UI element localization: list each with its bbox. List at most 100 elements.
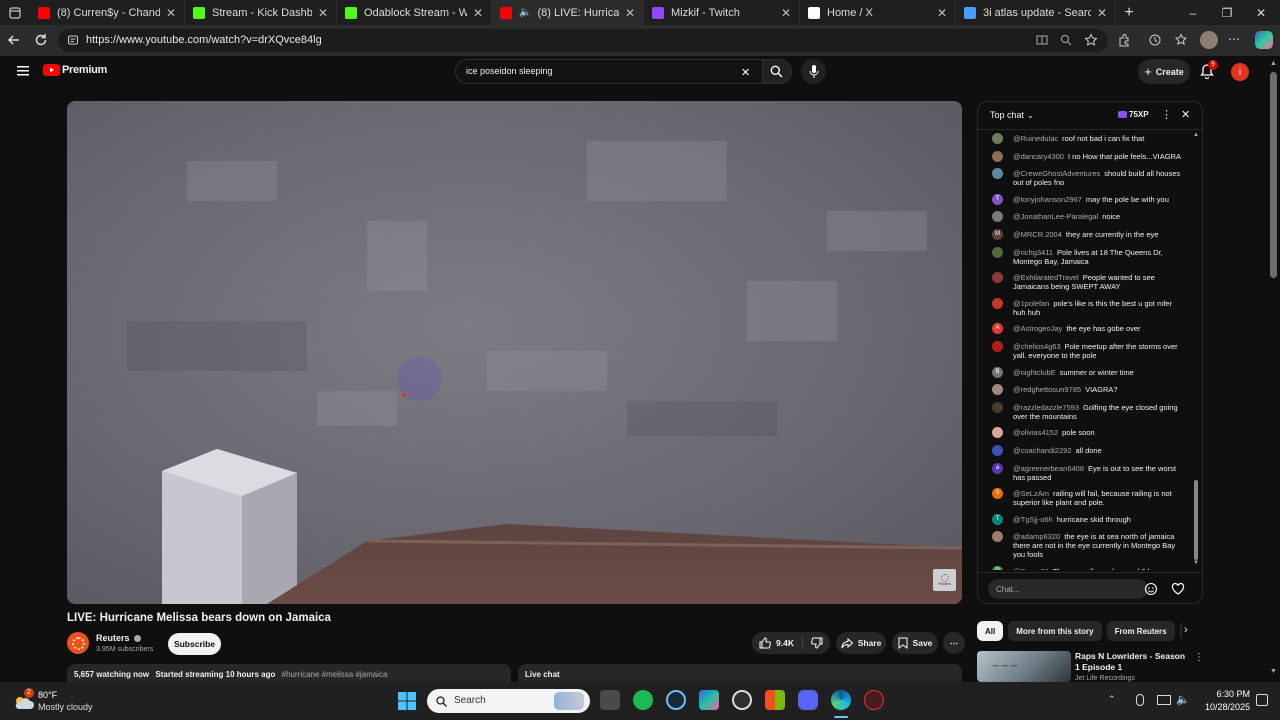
back-button[interactable] xyxy=(6,32,22,48)
display-tray-icon[interactable] xyxy=(1157,695,1171,705)
chat-username[interactable]: @richg3411 xyxy=(1013,248,1053,257)
chat-avatar[interactable] xyxy=(992,401,1003,413)
hashtags[interactable]: #hurricane #melissa #jamaica xyxy=(282,670,388,679)
chat-avatar[interactable] xyxy=(992,384,1003,396)
chat-avatar[interactable]: S xyxy=(992,488,1003,500)
browser-essentials-icon[interactable] xyxy=(1148,33,1162,47)
chat-message[interactable]: @ExhilaratedTravel People wanted to see J… xyxy=(978,271,1192,293)
url-field[interactable]: https://www.youtube.com/watch?v=drXQvce8… xyxy=(58,29,1108,52)
close-window-button[interactable]: ✕ xyxy=(1244,0,1278,25)
chat-message[interactable]: @adamp6320 the eye is at sea north of jam… xyxy=(978,530,1192,561)
like-button[interactable]: 9.4K xyxy=(759,637,803,649)
restore-button[interactable]: ❐ xyxy=(1210,0,1244,25)
extensions-icon[interactable] xyxy=(1117,33,1131,47)
chat-username[interactable]: @olivias4152 xyxy=(1013,428,1058,437)
chat-avatar[interactable]: D xyxy=(992,565,1003,570)
save-button[interactable]: Save xyxy=(892,632,938,654)
browser-tab[interactable]: 3i atlas update - Search ✕ xyxy=(956,0,1116,25)
browser-tab[interactable]: Mizkif - Twitch ✕ xyxy=(644,0,800,25)
hamburger-menu-icon[interactable] xyxy=(17,66,29,76)
recommended-more-icon[interactable]: ⋮ xyxy=(1194,652,1204,663)
chat-username[interactable]: @agreenerbean6408 xyxy=(1013,464,1084,473)
chat-scrollbar-thumb[interactable] xyxy=(1194,480,1198,560)
chat-username[interactable]: @chelios4g63 xyxy=(1013,342,1061,351)
more-actions-button[interactable]: ⋯ xyxy=(943,632,965,654)
tab-close-icon[interactable]: ✕ xyxy=(781,6,791,20)
chat-message[interactable]: @redghettosun9785 VIAGRA? xyxy=(978,383,1192,397)
clock[interactable]: 6:30 PM 10/28/2025 xyxy=(1198,688,1250,714)
streaming-app-icon[interactable] xyxy=(864,690,884,710)
speaker-tray-icon[interactable]: 🔈 xyxy=(1176,693,1190,706)
dislike-button[interactable] xyxy=(803,637,823,649)
browser-tab[interactable]: Odablock Stream - Watch Live ✕ xyxy=(337,0,492,25)
voice-search-button[interactable] xyxy=(801,59,826,84)
chips-next-icon[interactable]: › xyxy=(1184,624,1188,636)
microphone-tray-icon[interactable] xyxy=(1136,694,1144,706)
chat-close-icon[interactable]: ✕ xyxy=(1181,108,1190,121)
copilot-icon[interactable] xyxy=(1255,31,1273,49)
chat-username[interactable]: @SeLzAm xyxy=(1013,489,1049,498)
chat-avatar[interactable]: B xyxy=(992,366,1003,378)
emoji-icon[interactable] xyxy=(1144,582,1158,596)
chat-avatar[interactable] xyxy=(992,133,1003,144)
chat-input[interactable]: Chat... xyxy=(988,579,1148,599)
filter-chip[interactable]: R xyxy=(1179,621,1182,641)
weather-widget[interactable]: 2 80°F Mostly cloudy xyxy=(12,688,122,714)
channel-name-row[interactable]: Reuters xyxy=(96,633,141,643)
chat-avatar[interactable] xyxy=(992,427,1003,439)
filter-chip[interactable]: From Reuters xyxy=(1106,621,1175,641)
tab-close-icon[interactable]: ✕ xyxy=(937,6,947,20)
microsoft-store-icon[interactable] xyxy=(765,690,785,710)
chat-avatar[interactable] xyxy=(992,246,1003,258)
minimize-button[interactable]: – xyxy=(1176,0,1210,25)
chat-message[interactable]: @richg3411 Pole lives at 18 The Queens Dr… xyxy=(978,246,1192,268)
chat-avatar[interactable] xyxy=(992,297,1003,309)
video-player[interactable]: Reuters xyxy=(67,101,962,604)
chat-avatar[interactable]: A xyxy=(992,323,1003,335)
tab-actions-icon[interactable] xyxy=(0,0,30,25)
live-chat-box[interactable]: Live chat xyxy=(518,664,962,682)
tab-close-icon[interactable]: ✕ xyxy=(318,6,328,20)
browser-tab[interactable]: Stream - Kick Dashboard ✕ xyxy=(185,0,337,25)
create-button[interactable]: + Create xyxy=(1138,59,1190,84)
chat-avatar[interactable] xyxy=(992,444,1003,456)
chat-username[interactable]: @razzledazzle7593 xyxy=(1013,403,1079,412)
account-avatar[interactable]: i xyxy=(1231,63,1249,81)
chat-username[interactable]: @TgSjj-o6h xyxy=(1013,515,1053,524)
more-menu-icon[interactable]: ⋯ xyxy=(1228,32,1240,46)
chat-username[interactable]: @JonathanLee-Paralegal xyxy=(1013,212,1098,221)
chat-message[interactable]: T @TgSjj-o6h hurricane skid through xyxy=(978,513,1192,527)
zoom-icon[interactable] xyxy=(1060,34,1072,46)
browser-tab[interactable]: (8) Curren$y - Chandelier (Offi ✕ xyxy=(30,0,185,25)
recommended-thumbnail[interactable]: ~~~ xyxy=(977,651,1071,682)
steam-icon[interactable] xyxy=(666,690,686,710)
chat-username[interactable]: @nightclubE xyxy=(1013,368,1056,377)
chat-avatar[interactable]: M xyxy=(992,228,1003,240)
chat-username[interactable]: @AstrogeoJay xyxy=(1013,324,1062,333)
youtube-logo[interactable]: Premium xyxy=(43,64,107,76)
subscribe-button[interactable]: Subscribe xyxy=(168,633,221,655)
chat-message[interactable]: @JonathanLee-Paralegal noice xyxy=(978,210,1192,224)
chat-scroll-down-icon[interactable]: ▼ xyxy=(1193,560,1199,566)
tab-audio-icon[interactable]: 🔈 xyxy=(519,7,531,18)
chat-message[interactable]: @coachandi2292 all done xyxy=(978,444,1192,458)
spotify-icon[interactable] xyxy=(633,690,653,710)
browser-tab[interactable]: 🔈 (8) LIVE: Hurricane Melissa be ✕ xyxy=(492,0,644,25)
browser-tab[interactable]: Home / X ✕ xyxy=(800,0,956,25)
scrollbar-thumb[interactable] xyxy=(1270,72,1277,278)
copilot-app-icon[interactable] xyxy=(699,690,719,710)
page-scrollbar[interactable]: ▲ ▼ xyxy=(1268,56,1280,682)
chat-username[interactable]: @Damo89 xyxy=(1013,567,1049,570)
chat-message[interactable]: @1polefan pole's like is this the best u … xyxy=(978,297,1192,319)
chat-username[interactable]: @ExhilaratedTravel xyxy=(1013,273,1079,282)
tray-chevron-icon[interactable]: ⌃ xyxy=(1108,694,1116,705)
chat-username[interactable]: @coachandi2292 xyxy=(1013,446,1072,455)
search-button[interactable] xyxy=(762,59,792,84)
chat-avatar[interactable] xyxy=(992,531,1003,543)
refresh-button[interactable] xyxy=(33,32,49,48)
tab-close-icon[interactable]: ✕ xyxy=(625,6,635,20)
site-info-icon[interactable] xyxy=(67,34,79,46)
chat-message[interactable]: B @nightclubE summer or winter time xyxy=(978,366,1192,380)
tab-close-icon[interactable]: ✕ xyxy=(166,6,176,20)
heart-icon[interactable] xyxy=(1171,582,1185,596)
